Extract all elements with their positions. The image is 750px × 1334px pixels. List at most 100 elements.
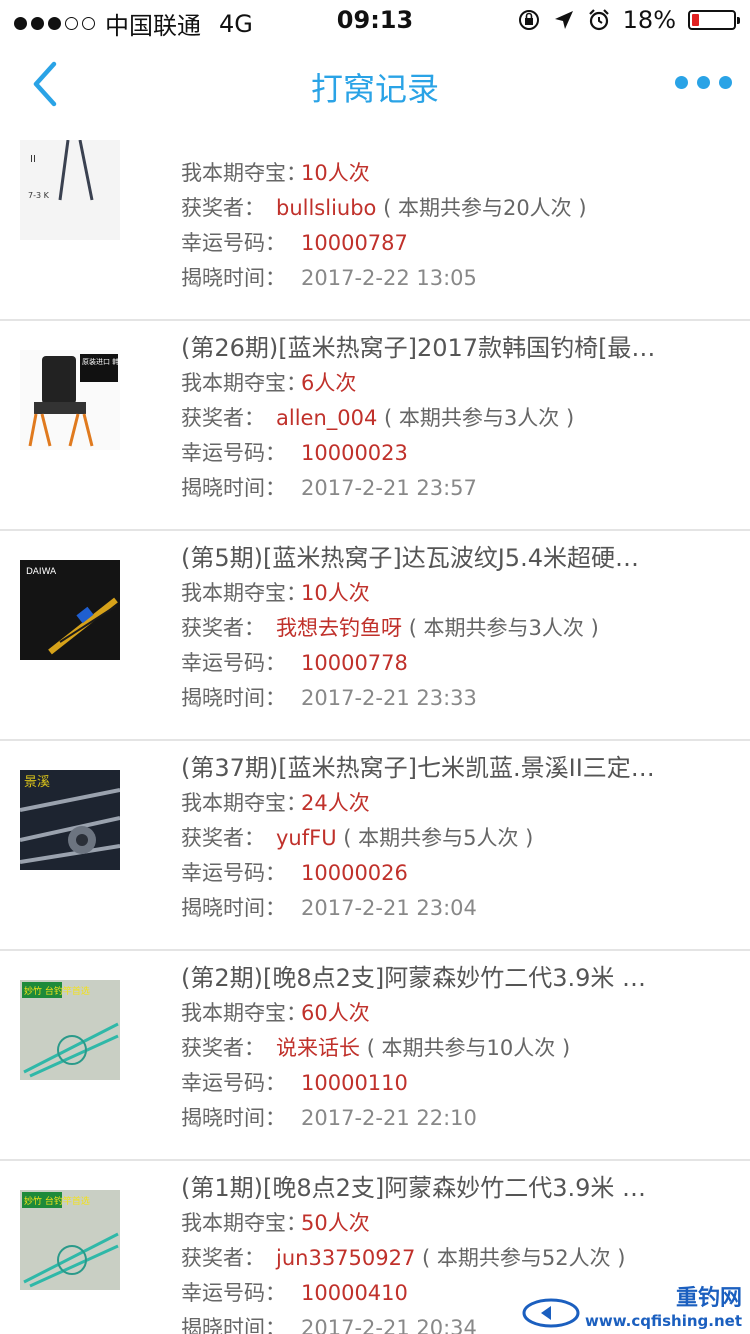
product-thumbnail: DAIWA: [20, 560, 120, 660]
winner-row: 获奖者： 说来话长 ( 本期共参与10人次 ): [181, 1031, 726, 1066]
rotation-lock-icon: [518, 10, 539, 30]
my-entries-value: 50人次: [301, 1211, 370, 1235]
record-title[interactable]: (第37期)[蓝米热窝子]七米凯蓝.景溪II三定…: [181, 750, 726, 786]
record-item[interactable]: 景溪 (第37期)[蓝米热窝子]七米凯蓝.景溪II三定… 我本期夺宝：24人次 …: [0, 741, 750, 951]
reveal-time-row: 揭晓时间： 2017-2-21 23:33: [181, 681, 726, 716]
my-entries-row: 我本期夺宝：10人次: [181, 156, 726, 191]
battery-level: [692, 14, 700, 26]
lucky-number-row: 幸运号码： 10000110: [181, 1066, 726, 1101]
total-participation: ( 本期共参与3人次 ): [408, 616, 599, 640]
green-rod-image: 妙竹 台钓竿首选: [20, 1190, 120, 1290]
lucky-number-value: 10000410: [301, 1281, 408, 1305]
my-entries-label: 我本期夺宝：: [181, 1001, 307, 1025]
record-item[interactable]: II 7-3 K 我本期夺宝：10人次 获奖者： bullsliubo ( 本期共…: [0, 128, 750, 321]
svg-text:妙竹 台钓竿首选: 妙竹 台钓竿首选: [24, 985, 90, 997]
svg-text:DAIWA: DAIWA: [26, 567, 57, 577]
fishing-rod-image: II 7-3 K: [20, 140, 120, 240]
reveal-time-value: 2017-2-21 20:34: [301, 1316, 477, 1334]
lucky-number-value: 10000778: [301, 651, 408, 675]
svg-text:妙竹 台钓竿首选: 妙竹 台钓竿首选: [24, 1195, 90, 1207]
reveal-time-label: 揭晓时间：: [181, 1106, 286, 1130]
battery-percent: 18%: [622, 6, 676, 34]
my-entries-row: 我本期夺宝：6人次: [181, 366, 726, 401]
record-title[interactable]: (第2期)[晚8点2支]阿蒙森妙竹二代3.9米 …: [181, 960, 726, 996]
daiwa-rod-image: DAIWA: [20, 560, 120, 660]
reveal-time-label: 揭晓时间：: [181, 476, 286, 500]
winner-name[interactable]: allen_004: [276, 406, 377, 430]
status-right: 18%: [517, 6, 740, 34]
record-item[interactable]: 妙竹 台钓竿首选 (第2期)[晚8点2支]阿蒙森妙竹二代3.9米 … 我本期夺宝…: [0, 951, 750, 1161]
winner-label: 获奖者：: [181, 1246, 265, 1270]
lucky-number-label: 幸运号码：: [181, 231, 286, 255]
product-thumbnail: 景溪: [20, 770, 120, 870]
reveal-time-value: 2017-2-21 22:10: [301, 1106, 477, 1130]
winner-name[interactable]: yufFU: [276, 826, 337, 850]
lucky-number-row: 幸运号码： 10000787: [181, 226, 726, 261]
winner-label: 获奖者：: [181, 196, 265, 220]
my-entries-value: 6人次: [301, 371, 357, 395]
total-participation: ( 本期共参与3人次 ): [384, 406, 575, 430]
record-info: (第37期)[蓝米热窝子]七米凯蓝.景溪II三定… 我本期夺宝：24人次 获奖者…: [181, 750, 726, 926]
winner-name[interactable]: 说来话长: [276, 1036, 360, 1060]
my-entries-row: 我本期夺宝：24人次: [181, 786, 726, 821]
total-participation: ( 本期共参与52人次 ): [422, 1246, 626, 1270]
my-entries-row: 我本期夺宝：60人次: [181, 996, 726, 1031]
reveal-time-row: 揭晓时间： 2017-2-22 13:05: [181, 261, 726, 296]
record-info: (第5期)[蓝米热窝子]达瓦波纹J5.4米超硬… 我本期夺宝：10人次 获奖者：…: [181, 540, 726, 716]
battery-icon: [688, 10, 740, 30]
product-thumbnail: 原装进口 韩国钓椅: [20, 350, 120, 450]
reveal-time-row: 揭晓时间： 2017-2-21 22:10: [181, 1101, 726, 1136]
lucky-number-label: 幸运号码：: [181, 1071, 286, 1095]
record-info: (第2期)[晚8点2支]阿蒙森妙竹二代3.9米 … 我本期夺宝：60人次 获奖者…: [181, 960, 726, 1136]
record-item[interactable]: 原装进口 韩国钓椅 (第26期)[蓝米热窝子]2017款韩国钓椅[最… 我本期夺…: [0, 321, 750, 531]
svg-text:II: II: [30, 154, 36, 165]
lucky-number-label: 幸运号码：: [181, 441, 286, 465]
winner-row: 获奖者： bullsliubo ( 本期共参与20人次 ): [181, 191, 726, 226]
my-entries-label: 我本期夺宝：: [181, 371, 307, 395]
my-entries-row: 我本期夺宝：10人次: [181, 576, 726, 611]
record-title[interactable]: (第1期)[晚8点2支]阿蒙森妙竹二代3.9米 …: [181, 1170, 726, 1206]
more-options-icon[interactable]: [675, 76, 732, 89]
watermark-logo-icon: [522, 1298, 580, 1328]
reveal-time-label: 揭晓时间：: [181, 266, 286, 290]
navigation-bar: 打窝记录: [0, 40, 750, 128]
record-item[interactable]: DAIWA (第5期)[蓝米热窝子]达瓦波纹J5.4米超硬… 我本期夺宝：10人…: [0, 531, 750, 741]
svg-text:7-3 K: 7-3 K: [28, 191, 50, 200]
reveal-time-value: 2017-2-21 23:04: [301, 896, 477, 920]
my-entries-value: 10人次: [301, 581, 370, 605]
winner-name[interactable]: jun33750927: [276, 1246, 415, 1270]
reveal-time-label: 揭晓时间：: [181, 896, 286, 920]
rod-reel-image: 景溪: [20, 770, 120, 870]
record-list[interactable]: II 7-3 K 我本期夺宝：10人次 获奖者： bullsliubo ( 本期共…: [0, 128, 750, 1334]
winner-label: 获奖者：: [181, 616, 265, 640]
lucky-number-row: 幸运号码： 10000778: [181, 646, 726, 681]
lucky-number-value: 10000026: [301, 861, 408, 885]
fishing-chair-image: 原装进口 韩国钓椅: [20, 350, 120, 450]
record-title[interactable]: (第26期)[蓝米热窝子]2017款韩国钓椅[最…: [181, 330, 726, 366]
winner-name[interactable]: bullsliubo: [276, 196, 376, 220]
reveal-time-row: 揭晓时间： 2017-2-21 23:04: [181, 891, 726, 926]
watermark-url: www.cqfishing.net: [585, 1312, 742, 1330]
winner-name[interactable]: 我想去钓鱼呀: [276, 616, 402, 640]
winner-row: 获奖者： yufFU ( 本期共参与5人次 ): [181, 821, 726, 856]
lucky-number-value: 10000110: [301, 1071, 408, 1095]
total-participation: ( 本期共参与5人次 ): [343, 826, 534, 850]
reveal-time-value: 2017-2-22 13:05: [301, 266, 477, 290]
lucky-number-label: 幸运号码：: [181, 1281, 286, 1305]
my-entries-label: 我本期夺宝：: [181, 1211, 307, 1235]
lucky-number-row: 幸运号码： 10000023: [181, 436, 726, 471]
total-participation: ( 本期共参与10人次 ): [366, 1036, 571, 1060]
status-bar: 中国联通 4G 09:13 18%: [0, 0, 750, 40]
my-entries-label: 我本期夺宝：: [181, 791, 307, 815]
lucky-number-label: 幸运号码：: [181, 861, 286, 885]
winner-row: 获奖者： jun33750927 ( 本期共参与52人次 ): [181, 1241, 726, 1276]
svg-text:景溪: 景溪: [24, 775, 50, 790]
lucky-number-row: 幸运号码： 10000026: [181, 856, 726, 891]
winner-row: 获奖者： 我想去钓鱼呀 ( 本期共参与3人次 ): [181, 611, 726, 646]
record-title[interactable]: (第5期)[蓝米热窝子]达瓦波纹J5.4米超硬…: [181, 540, 726, 576]
total-participation: ( 本期共参与20人次 ): [383, 196, 587, 220]
record-title[interactable]: [181, 128, 726, 156]
my-entries-label: 我本期夺宝：: [181, 161, 307, 185]
record-info: 我本期夺宝：10人次 获奖者： bullsliubo ( 本期共参与20人次 ) …: [181, 128, 726, 296]
my-entries-value: 60人次: [301, 1001, 370, 1025]
